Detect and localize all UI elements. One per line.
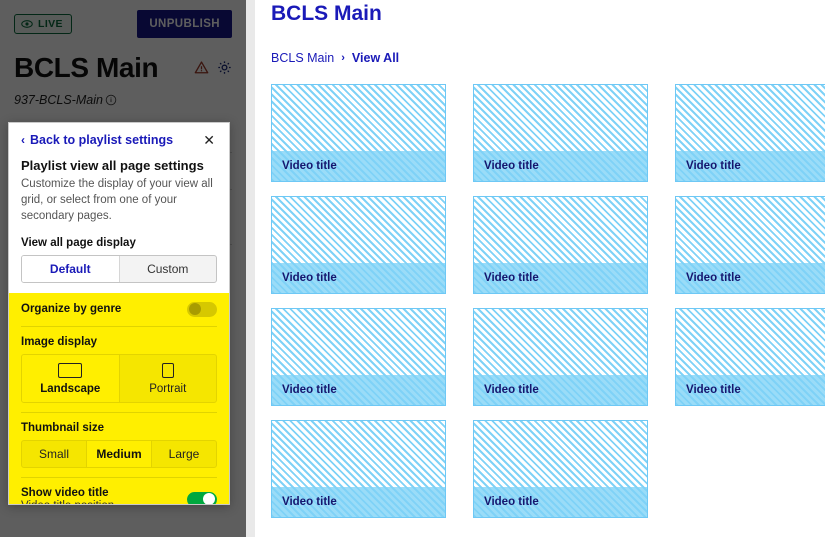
video-card[interactable]: Video title [271,84,446,182]
video-title-position-label: Video title position [21,500,114,504]
video-card-title: Video title [484,160,539,172]
video-card-title: Video title [686,384,741,396]
back-to-playlist-settings-link[interactable]: ‹ Back to playlist settings [21,133,173,147]
show-video-title-toggle[interactable] [187,491,217,504]
thumbnail-size-option-large[interactable]: Large [152,441,216,467]
video-card-title: Video title [282,160,337,172]
video-card[interactable]: Video title [473,420,648,518]
breadcrumb: BCLS Main › View All [271,51,809,65]
view-all-page-display-label: View all page display [21,236,136,249]
divider [21,476,217,478]
video-card-title: Video title [686,272,741,284]
video-card[interactable]: Video title [271,308,446,406]
image-display-option-label: Portrait [149,382,187,395]
show-video-title-text-group: Show video title Video title position [21,486,114,504]
video-card-title-band: Video title [272,487,445,517]
video-card-title: Video title [686,160,741,172]
video-card-title-band: Video title [676,151,825,181]
breadcrumb-current: View All [351,51,400,65]
thumbnail-size-segmented-control: Small Medium Large [21,439,217,468]
thumbnail-size-option-small[interactable]: Small [22,440,87,467]
modal-header: ‹ Back to playlist settings ✕ [21,133,217,147]
display-option-default[interactable]: Default [22,255,120,282]
video-card[interactable]: Video title [675,84,825,182]
video-card-title: Video title [484,496,539,508]
highlighted-settings-section: Organize by genre Image display Landscap… [9,292,229,504]
show-video-title-row: Show video title Video title position [21,486,217,504]
close-icon[interactable]: ✕ [201,133,217,147]
video-card-title: Video title [484,272,539,284]
modal-body: ‹ Back to playlist settings ✕ Playlist v… [9,123,229,283]
thumbnail-size-label: Thumbnail size [21,421,105,434]
playlist-settings-panel: LIVE UNPUBLISH BCLS Main 937-BCLS-Main [0,0,246,537]
back-link-label: Back to playlist settings [30,133,174,147]
landscape-rect-icon [58,362,83,378]
breadcrumb-separator-icon: › [341,52,345,64]
video-card[interactable]: Video title [675,308,825,406]
thumbnail-size-option-medium[interactable]: Medium [87,440,152,467]
divider [21,411,217,413]
video-card-title-band: Video title [272,263,445,293]
video-card-title-band: Video title [676,263,825,293]
video-card[interactable]: Video title [473,308,648,406]
video-card-grid: Video title Video title Video title Video t… [271,84,825,518]
portrait-rect-icon [161,362,174,378]
video-card[interactable]: Video title [271,420,446,518]
video-card[interactable]: Video title [675,196,825,294]
video-card-title: Video title [282,496,337,508]
image-display-option-label: Landscape [40,382,101,395]
panel-divider [246,0,255,537]
video-card-title-band: Video title [676,375,825,405]
video-card-title-band: Video title [474,375,647,405]
view-all-settings-modal: ‹ Back to playlist settings ✕ Playlist v… [8,122,230,505]
video-card-title: Video title [282,272,337,284]
preview-title: BCLS Main [271,2,382,25]
image-display-option-portrait[interactable]: Portrait [120,355,217,402]
video-card[interactable]: Video title [473,84,648,182]
divider [21,325,217,327]
video-card-title: Video title [484,384,539,396]
toggle-knob [203,493,215,504]
modal-heading: Playlist view all page settings [21,158,204,173]
video-card-title-band: Video title [474,151,647,181]
show-video-title-label: Show video title [21,486,109,499]
video-card-title: Video title [282,384,337,396]
image-display-option-landscape[interactable]: Landscape [22,354,120,402]
organize-by-genre-label: Organize by genre [21,303,122,316]
video-card[interactable]: Video title [473,196,648,294]
view-all-page-display-segmented-control: Default Custom [21,254,217,283]
app-root: LIVE UNPUBLISH BCLS Main 937-BCLS-Main [0,0,825,537]
breadcrumb-root[interactable]: BCLS Main [271,51,334,65]
chevron-left-icon: ‹ [21,133,25,147]
organize-by-genre-row: Organize by genre [21,301,217,317]
video-card-title-band: Video title [474,487,647,517]
video-card-title-band: Video title [272,151,445,181]
view-all-preview-panel: BCLS Main BCLS Main › View All Video tit… [255,0,825,537]
video-card-title-band: Video title [474,263,647,293]
image-display-segmented-control: Landscape Portrait [21,353,217,403]
organize-by-genre-toggle[interactable] [187,301,217,317]
video-card-title-band: Video title [272,375,445,405]
video-card[interactable]: Video title [271,196,446,294]
modal-description: Customize the display of your view all g… [21,178,213,222]
display-option-custom[interactable]: Custom [120,256,217,282]
image-display-label: Image display [21,335,98,348]
toggle-knob [188,303,201,316]
